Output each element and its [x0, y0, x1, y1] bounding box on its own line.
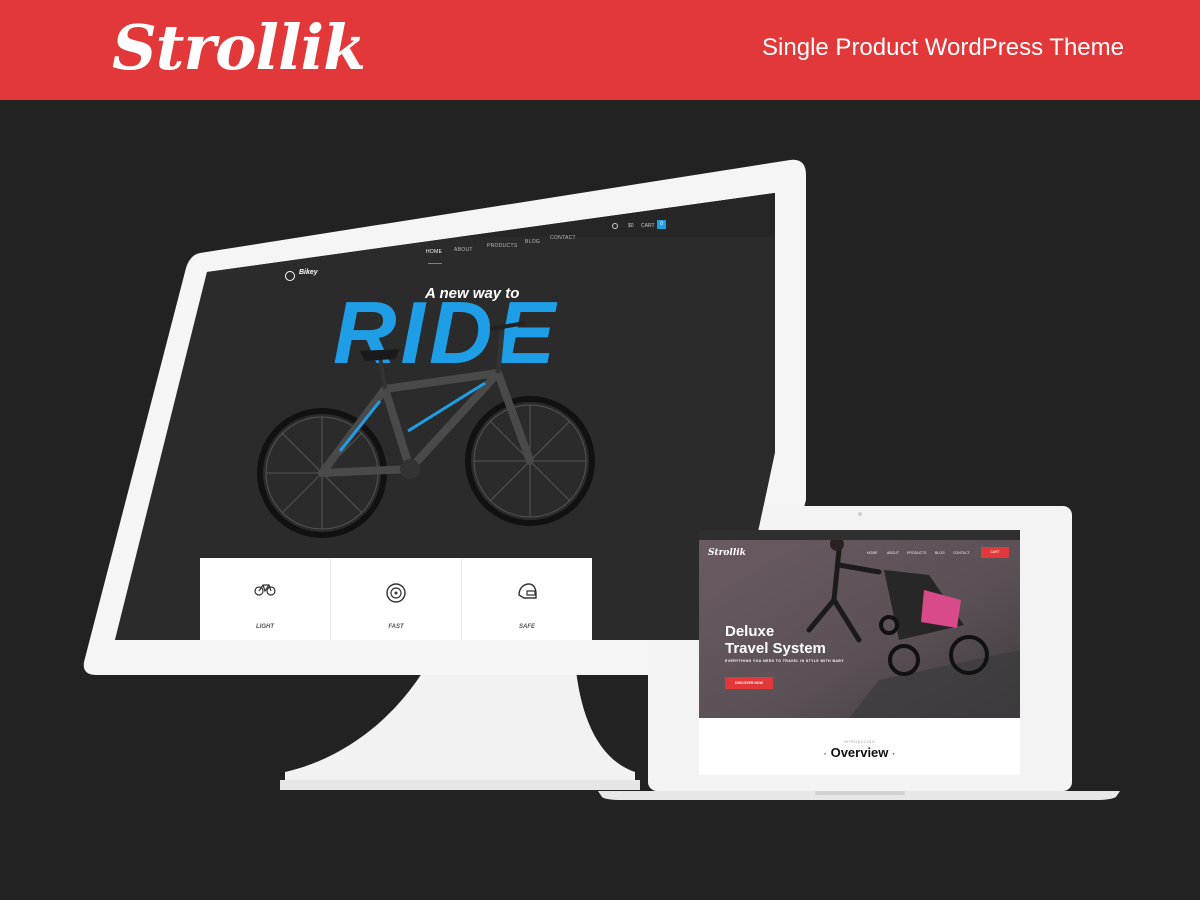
desktop-menu-about[interactable]: ABOUT: [454, 247, 473, 253]
feature-strip: LIGHT FAST SAFE: [200, 558, 592, 640]
laptop-logo[interactable]: Strollik: [708, 548, 746, 558]
desktop-menu-products[interactable]: PRODUCTS: [487, 243, 517, 249]
feature-label-fast: FAST: [388, 624, 404, 630]
laptop-intro-label: INTRODUCING: [843, 740, 876, 744]
desktop-menu-home[interactable]: HOME: [426, 249, 442, 255]
laptop-menu-contact[interactable]: CONTACT: [953, 551, 970, 555]
feature-safe: SAFE: [462, 558, 592, 640]
laptop-screen: Strollik HOME ABOUT PRODUCTS BLOG CONTAC…: [699, 530, 1020, 775]
laptop-notch: [815, 791, 905, 795]
desktop-menu-blog[interactable]: BLOG: [525, 239, 540, 245]
desktop-logo[interactable]: Bikey: [299, 269, 318, 276]
bicycle-icon: [254, 582, 276, 601]
desktop-cart-price: $0: [628, 223, 634, 229]
monitor-stand-base: [280, 780, 640, 790]
feature-light: LIGHT: [200, 558, 331, 640]
laptop-menu-blog[interactable]: BLOG: [935, 551, 945, 555]
laptop-hero-title-line2: Travel System: [725, 640, 826, 657]
laptop-cart-button[interactable]: CART: [981, 547, 1009, 558]
desktop-logo-mark-icon: [285, 271, 295, 281]
feature-fast: FAST: [331, 558, 462, 640]
laptop-menu-products[interactable]: PRODUCTS: [907, 551, 927, 555]
laptop-hero: Strollik HOME ABOUT PRODUCTS BLOG CONTAC…: [699, 530, 1020, 718]
laptop-menu-about[interactable]: ABOUT: [887, 551, 899, 555]
laptop-hero-title: Deluxe Travel System: [725, 623, 826, 657]
laptop-hero-subtitle: EVERYTHING YOU NEED TO TRAVEL IN STYLE W…: [725, 659, 844, 663]
dot-right-icon: ·: [892, 749, 896, 760]
laptop-topbar: [699, 530, 1020, 540]
hero-kicker: A new way to: [425, 285, 520, 302]
helmet-icon: [516, 582, 538, 607]
bicycle-image: [257, 321, 595, 538]
discover-now-button[interactable]: DISCOVER NOW: [725, 677, 773, 689]
laptop-menu-home[interactable]: HOME: [867, 551, 878, 555]
feature-label-light: LIGHT: [256, 624, 274, 630]
monitor-stand: [285, 660, 635, 780]
desktop-search-icon[interactable]: [612, 223, 618, 229]
desktop-cart-button[interactable]: CART: [641, 223, 655, 229]
desktop-cart-count: 0: [657, 220, 666, 229]
desktop-menu-contact[interactable]: CONTACT: [550, 235, 576, 241]
wheel-icon: [385, 582, 407, 609]
dot-left-icon: ·: [823, 749, 827, 760]
laptop-overview-text: Overview: [830, 745, 889, 760]
laptop-camera: [858, 512, 862, 516]
feature-label-safe: SAFE: [518, 624, 535, 630]
laptop-section-title: · Overview ·: [699, 745, 1020, 760]
laptop-hero-title-line1: Deluxe: [725, 623, 775, 640]
desktop-menu-active-indicator: [428, 263, 442, 264]
